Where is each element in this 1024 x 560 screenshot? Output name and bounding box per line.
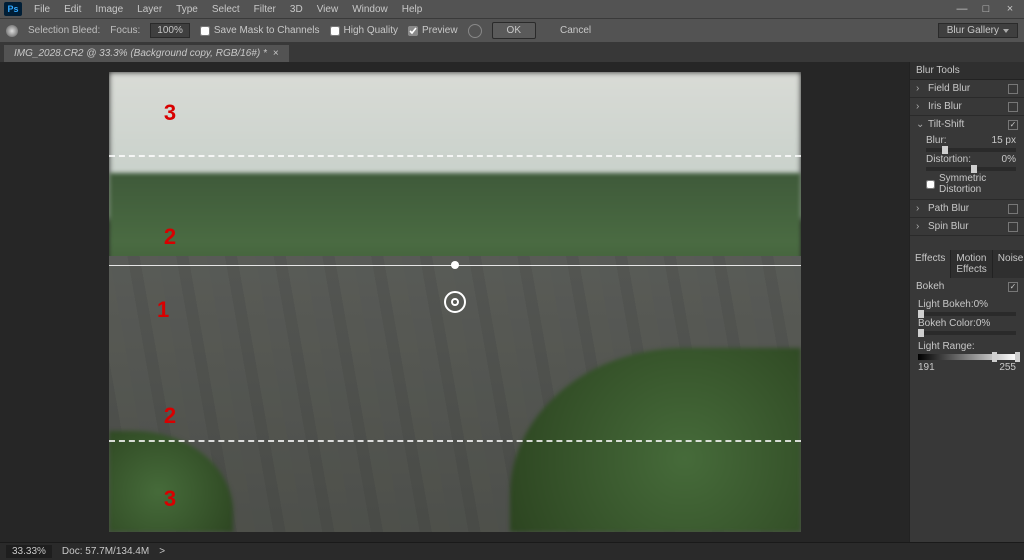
light-range-slider[interactable]: [918, 354, 1016, 360]
annotation: 2: [164, 403, 176, 429]
path-blur-section[interactable]: ›Path Blur: [910, 200, 1024, 218]
tab-effects[interactable]: Effects: [910, 250, 951, 278]
tiltshift-handle-top[interactable]: [451, 261, 459, 269]
canvas[interactable]: 3 2 1 2 3: [109, 72, 801, 532]
tiltshift-outer-line-top[interactable]: [109, 155, 801, 157]
menu-select[interactable]: Select: [206, 2, 246, 17]
close-button[interactable]: ×: [1000, 3, 1020, 15]
symmetric-distortion-checkbox[interactable]: Symmetric Distortion: [926, 173, 1016, 195]
document-tab[interactable]: IMG_2028.CR2 @ 33.3% (Background copy, R…: [4, 45, 289, 62]
light-range-low[interactable]: 191: [918, 362, 935, 373]
distortion-slider[interactable]: [926, 167, 1016, 171]
light-range-label: Light Range:: [918, 341, 975, 352]
menu-type[interactable]: Type: [170, 2, 204, 17]
distortion-label: Distortion:: [926, 154, 971, 165]
field-blur-section[interactable]: ›Field Blur: [910, 80, 1024, 98]
high-quality-checkbox[interactable]: High Quality: [330, 25, 398, 36]
light-bokeh-value[interactable]: 0%: [974, 299, 988, 310]
menu-help[interactable]: Help: [396, 2, 429, 17]
light-range-high[interactable]: 255: [999, 362, 1016, 373]
workspace-switcher[interactable]: Blur Gallery: [938, 23, 1018, 38]
spin-blur-section[interactable]: ›Spin Blur: [910, 218, 1024, 236]
options-bar: Selection Bleed: Focus: 100% Save Mask t…: [0, 18, 1024, 42]
reset-icon[interactable]: [468, 24, 482, 38]
disclosure-icon: ›: [916, 221, 924, 232]
ok-button[interactable]: OK: [492, 22, 536, 39]
iris-blur-section[interactable]: ›Iris Blur: [910, 98, 1024, 116]
annotation: 3: [164, 100, 176, 126]
doc-size: Doc: 57.7M/134.4M: [62, 546, 149, 557]
disclosure-icon: ›: [916, 83, 924, 94]
right-panel-stack: Blur Tools ›Field Blur ›Iris Blur ⌄Tilt-…: [909, 62, 1024, 542]
cancel-button[interactable]: Cancel: [546, 23, 605, 38]
spin-blur-checkbox[interactable]: [1008, 222, 1018, 232]
document-tab-strip: IMG_2028.CR2 @ 33.3% (Background copy, R…: [0, 42, 1024, 62]
selection-bleed-label: Selection Bleed:: [28, 25, 100, 36]
status-bar: 33.33% Doc: 57.7M/134.4M >: [0, 542, 1024, 560]
document-tab-label: IMG_2028.CR2 @ 33.3% (Background copy, R…: [14, 48, 267, 59]
menu-file[interactable]: File: [28, 2, 56, 17]
light-bokeh-slider[interactable]: [918, 312, 1016, 316]
menu-layer[interactable]: Layer: [131, 2, 168, 17]
tiltshift-outer-line-bottom[interactable]: [109, 440, 801, 442]
tilt-shift-checkbox[interactable]: ✓: [1008, 120, 1018, 130]
preview-checkbox[interactable]: Preview: [408, 25, 458, 36]
minimize-button[interactable]: —: [952, 3, 972, 15]
disclosure-icon: ›: [916, 101, 924, 112]
blur-value[interactable]: 15 px: [992, 135, 1016, 146]
annotation: 3: [164, 486, 176, 512]
tab-noise[interactable]: Noise: [993, 250, 1024, 278]
tab-motion-effects[interactable]: Motion Effects: [951, 250, 992, 278]
blur-label: Blur:: [926, 135, 947, 146]
workspace: 3 2 1 2 3 Blur Tools ›Field Blur ›Iris B…: [0, 62, 1024, 542]
save-mask-checkbox[interactable]: Save Mask to Channels: [200, 25, 320, 36]
menu-window[interactable]: Window: [346, 2, 394, 17]
menu-3d[interactable]: 3D: [284, 2, 309, 17]
menu-filter[interactable]: Filter: [248, 2, 282, 17]
bokeh-checkbox[interactable]: ✓: [1008, 282, 1018, 292]
path-blur-checkbox[interactable]: [1008, 204, 1018, 214]
focus-label: Focus:: [110, 25, 140, 36]
distortion-value[interactable]: 0%: [1002, 154, 1016, 165]
chevron-down-icon: [1003, 25, 1009, 36]
maximize-button[interactable]: □: [976, 3, 996, 15]
canvas-area: 3 2 1 2 3: [0, 62, 909, 542]
close-tab-icon[interactable]: ×: [273, 48, 279, 59]
focus-value[interactable]: 100%: [150, 23, 190, 38]
tiltshift-center-pin[interactable]: [444, 291, 466, 313]
light-bokeh-label: Light Bokeh:: [918, 299, 974, 310]
bokeh-color-value[interactable]: 0%: [976, 318, 990, 329]
annotation: 2: [164, 224, 176, 250]
app-logo: Ps: [4, 2, 22, 16]
blur-tool-icon: [6, 25, 18, 37]
effects-panel-tabs: Effects Motion Effects Noise: [910, 250, 1024, 278]
blur-tools-panel-title: Blur Tools: [910, 62, 1024, 80]
menu-bar: Ps File Edit Image Layer Type Select Fil…: [0, 0, 1024, 18]
disclosure-icon: ⌄: [916, 119, 924, 130]
blur-slider[interactable]: [926, 148, 1016, 152]
annotation: 1: [157, 297, 169, 323]
zoom-level[interactable]: 33.33%: [6, 545, 52, 558]
field-blur-checkbox[interactable]: [1008, 84, 1018, 94]
bokeh-color-slider[interactable]: [918, 331, 1016, 335]
window-controls: — □ ×: [952, 3, 1020, 15]
menu-image[interactable]: Image: [89, 2, 129, 17]
bokeh-header[interactable]: Bokeh✓: [910, 278, 1024, 295]
iris-blur-checkbox[interactable]: [1008, 102, 1018, 112]
menu-view[interactable]: View: [311, 2, 345, 17]
status-arrow-icon[interactable]: >: [159, 546, 165, 557]
disclosure-icon: ›: [916, 203, 924, 214]
bokeh-color-label: Bokeh Color:: [918, 318, 976, 329]
menu-edit[interactable]: Edit: [58, 2, 87, 17]
tilt-shift-section: ⌄Tilt-Shift✓ Blur:15 px Distortion:0% Sy…: [910, 116, 1024, 200]
